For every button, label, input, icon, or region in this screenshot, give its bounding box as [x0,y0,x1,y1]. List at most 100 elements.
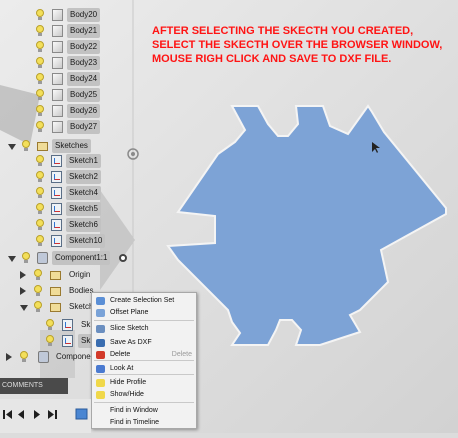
sketch-icon [51,155,62,167]
tree-row-sketches-folder[interactable]: Sketches [0,139,135,154]
next-frame-icon [48,410,54,419]
tree-row-body[interactable]: Body27 [0,120,135,135]
delete-icon [96,351,105,359]
collapse-arrow-icon[interactable] [8,144,16,150]
last-frame-icon [55,410,57,419]
activate-component-icon[interactable] [119,254,127,262]
menu-item-find-in-window[interactable]: Find in Window [92,405,196,417]
menu-item-offset-plane[interactable]: Offset Plane [92,307,196,319]
visibility-bulb-icon[interactable] [36,41,44,52]
menu-item-create-selection-set[interactable]: Create Selection Set [92,295,196,307]
body-icon [52,57,63,69]
dxf-icon [96,339,105,347]
visibility-bulb-icon[interactable] [36,57,44,68]
menu-item-label: Save As DXF [110,339,152,346]
menu-item-label: Find in Timeline [110,419,160,426]
body-label: Body25 [67,88,101,102]
visibility-bulb-icon[interactable] [36,203,44,214]
tree-row-sketch[interactable]: Sketch5 [0,202,135,217]
menu-item-label: Look At [110,365,134,372]
instruction-text: AFTER SELECTING THE SKECTH YOU CREATED, … [152,25,443,65]
expand-arrow-icon[interactable] [6,353,12,361]
component-label: Component1:1 [52,251,111,265]
visibility-bulb-icon[interactable] [36,219,44,230]
menu-item-save-as-dxf[interactable]: Save As DXF [92,337,196,349]
visibility-bulb-icon[interactable] [36,235,44,246]
sketch-label: Sketch6 [66,218,101,232]
sketch-icon [51,235,62,247]
menu-item-label: Hide Profile [110,379,147,386]
expand-arrow-icon[interactable] [20,271,26,279]
visibility-bulb-icon[interactable] [36,105,44,116]
visibility-bulb-icon[interactable] [34,301,42,312]
tree-row-sketch[interactable]: Sketch1 [0,154,135,169]
visibility-bulb-icon[interactable] [36,187,44,198]
sketch-label: Sketch10 [66,234,106,248]
tree-row-component[interactable]: Component1:1 [0,251,135,266]
visibility-bulb-icon[interactable] [36,89,44,100]
tree-row-body[interactable]: Body21 [0,24,135,39]
tree-row-body[interactable]: Body26 [0,104,135,119]
tree-row-origin[interactable]: Origin [0,268,135,283]
menu-item-look-at[interactable]: Look At [92,363,196,375]
sketches-folder-label: Sketches [52,139,91,153]
visibility-bulb-icon[interactable] [36,73,44,84]
menu-item-delete[interactable]: Delete Delete [92,349,196,361]
sketch-label: Sketch5 [66,202,101,216]
sketch-icon [51,171,62,183]
visibility-bulb-icon[interactable] [36,9,44,20]
tree-row-body[interactable]: Body20 [0,8,135,23]
timeline-playbar [0,399,91,433]
first-frame-icon [6,410,12,419]
tree-row-sketch[interactable]: Sketch2 [0,170,135,185]
context-menu: Create Selection Set Offset Plane Slice Sk… [91,292,197,429]
body-label: Body20 [67,8,101,22]
collapse-arrow-icon[interactable] [8,256,16,262]
comments-panel-label: COMMENTS [0,378,68,394]
sketch-icon [62,319,73,331]
body-label: Body22 [67,40,101,54]
folder-icon [50,303,61,312]
menu-item-label: Delete [110,351,131,358]
visibility-bulb-icon[interactable] [36,121,44,132]
visibility-bulb-icon[interactable] [34,285,42,296]
tree-row-body[interactable]: Body22 [0,40,135,55]
body-icon [52,41,63,53]
menu-item-find-in-timeline[interactable]: Find in Timeline [92,417,196,429]
menu-item-label: Create Selection Set [110,297,175,304]
comp-icon [37,252,48,264]
visibility-bulb-icon[interactable] [34,269,42,280]
menu-item-hide-profile[interactable]: Hide Profile [92,377,196,389]
visibility-bulb-icon[interactable] [22,252,30,263]
menu-item-shortcut: Delete [171,351,192,358]
slice-icon [96,325,105,333]
tree-row-sketch[interactable]: Sketch4 [0,186,135,201]
sketch-icon [51,187,62,199]
sketch-label: Sketch2 [66,170,101,184]
menu-item-label: Offset Plane [110,309,149,316]
body-label: Body21 [67,24,101,38]
visibility-bulb-icon[interactable] [20,351,28,362]
visibility-bulb-icon[interactable] [46,319,54,330]
visibility-bulb-icon[interactable] [22,140,30,151]
folder-icon [50,287,61,296]
sketch-icon [51,219,62,231]
tree-row-body[interactable]: Body24 [0,72,135,87]
body-label: Body26 [67,104,101,118]
visibility-bulb-icon[interactable] [36,155,44,166]
visibility-bulb-icon[interactable] [36,25,44,36]
comp-icon [38,351,49,363]
menu-item-label: Show/Hide [110,391,144,398]
expand-arrow-icon[interactable] [20,287,26,295]
visibility-bulb-icon[interactable] [46,335,54,346]
tree-row-sketch[interactable]: Sketch10 [0,234,135,249]
menu-separator [94,402,194,403]
visibility-bulb-icon[interactable] [36,171,44,182]
tree-row-sketch[interactable]: Sketch6 [0,218,135,233]
menu-item-slice-sketch[interactable]: Slice Sketch [92,323,196,335]
menu-item-show-hide[interactable]: Show/Hide [92,389,196,401]
tree-row-body[interactable]: Body25 [0,88,135,103]
tree-row-body[interactable]: Body23 [0,56,135,71]
body-icon [52,9,63,21]
collapse-arrow-icon[interactable] [20,305,28,311]
